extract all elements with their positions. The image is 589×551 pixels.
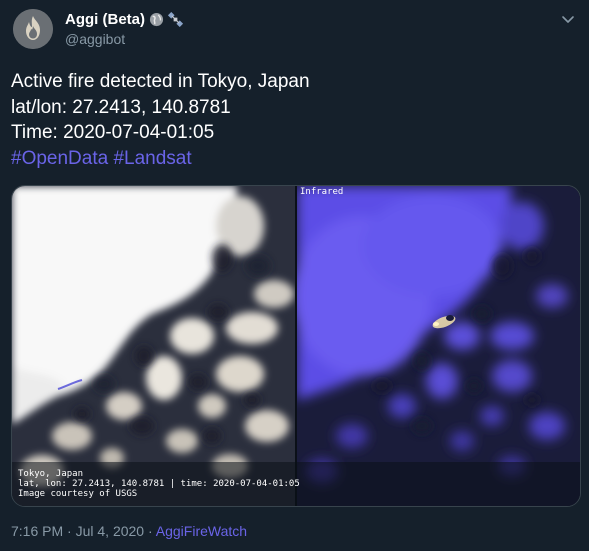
caption-line: lat, lon: 27.2413, 140.8781 | time: 2020… bbox=[18, 479, 300, 489]
account-handle[interactable]: @aggibot bbox=[65, 31, 125, 47]
display-name-text: Aggi (Beta) bbox=[65, 11, 145, 28]
source-app-link[interactable]: AggiFireWatch bbox=[156, 523, 247, 539]
caption-line: Tokyo, Japan bbox=[18, 469, 84, 479]
tweet-time[interactable]: 7:16 PM bbox=[11, 523, 63, 539]
separator: · bbox=[144, 523, 156, 539]
caption-line: Image courtesy of USGS bbox=[18, 489, 138, 499]
chevron-down-icon[interactable] bbox=[559, 10, 577, 28]
infrared-panel bbox=[297, 186, 580, 506]
satellite-image bbox=[12, 186, 580, 506]
separator: · bbox=[63, 523, 76, 539]
display-name[interactable]: Aggi (Beta) bbox=[65, 11, 183, 28]
tweet-line: lat/lon: 27.2413, 140.8781 bbox=[11, 96, 231, 118]
visible-panel bbox=[12, 186, 295, 506]
media-image[interactable]: Infrared Tokyo, Japan lat, lon: 27.2413,… bbox=[11, 185, 581, 507]
fire-icon bbox=[13, 9, 53, 49]
tweet-text: Active fire detected in Tokyo, Japan lat… bbox=[11, 69, 571, 171]
hashtag-link[interactable]: #Landsat bbox=[113, 148, 191, 169]
tweet-metadata: 7:16 PM · Jul 4, 2020 · AggiFireWatch bbox=[11, 523, 247, 539]
infrared-label: Infrared bbox=[300, 187, 344, 197]
tweet-line: Time: 2020-07-04-01:05 bbox=[11, 122, 215, 143]
hashtag-line: #OpenData #Landsat bbox=[11, 146, 571, 172]
tweet-date[interactable]: Jul 4, 2020 bbox=[76, 523, 145, 539]
satellite-icon bbox=[168, 12, 183, 27]
hashtag-link[interactable]: #OpenData bbox=[11, 148, 108, 169]
image-caption: Tokyo, Japan lat, lon: 27.2413, 140.8781… bbox=[18, 469, 300, 499]
globe-icon bbox=[149, 12, 164, 27]
avatar[interactable] bbox=[13, 9, 53, 49]
tweet-line: Active fire detected in Tokyo, Japan bbox=[11, 71, 310, 92]
